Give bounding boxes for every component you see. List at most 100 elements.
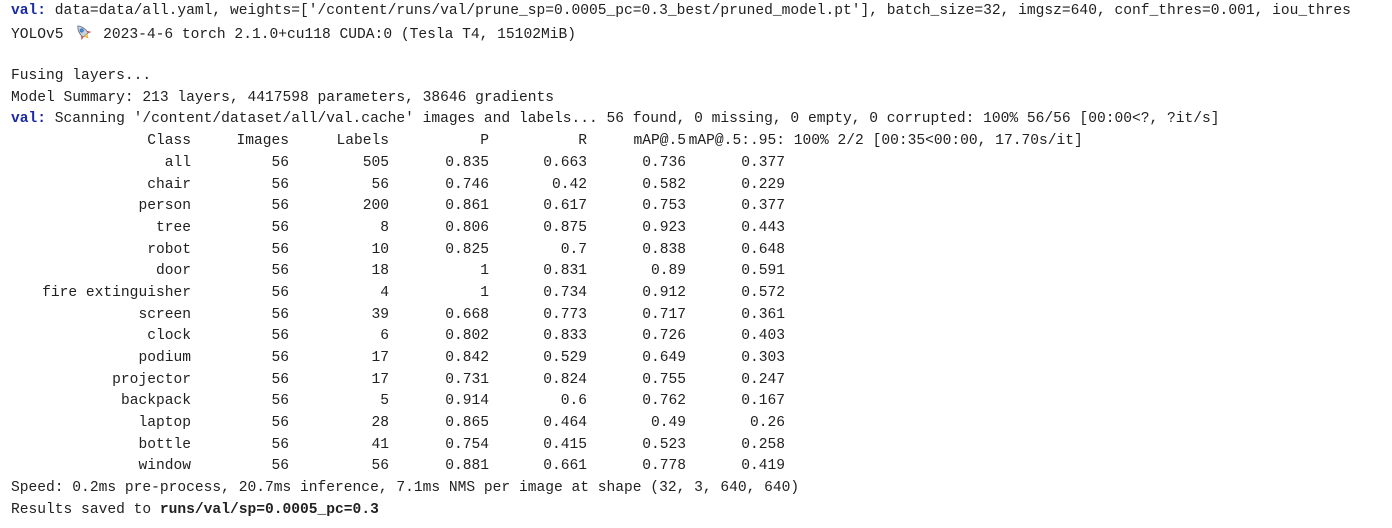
cell-r: 0.42 [551,176,587,193]
scan-text: Scanning '/content/dataset/all/val.cache… [46,111,1220,128]
cell-r: 0.617 [543,198,587,215]
cell-map5095: 0.591 [741,263,785,280]
cell-map5095: 0.419 [741,458,785,475]
header-images: Images [236,133,289,150]
cell-images: 56 [271,393,289,410]
cell-map5095: 0.247 [741,371,785,388]
cell-map50: 0.923 [642,219,686,236]
cell-map50: 0.912 [642,284,686,301]
cell-map5095: 0.258 [741,436,785,453]
cell-map5095: 0.403 [741,328,785,345]
results-prefix: Results saved to [11,501,160,518]
cell-class: screen [138,306,191,323]
cell-map5095: 0.229 [741,176,785,193]
cell-class: person [138,198,191,215]
cell-class: podium [138,350,191,366]
table-row: laptop 56 28 0.865 0.464 0.49 0.26 [11,413,1392,435]
scan-line: val: Scanning '/content/dataset/all/val.… [11,109,1392,131]
cell-class: chair [147,176,191,193]
cell-labels: 17 [371,371,389,388]
table-row: chair 56 56 0.746 0.42 0.582 0.229 [11,175,1392,197]
header-class: Class [147,133,191,150]
cell-map50: 0.49 [650,415,686,432]
cell-p: 0.865 [445,415,489,432]
eval-progress: 100% 2/2 [00:35<00:00, 17.70s/it] [785,133,1083,150]
header-map5095: mAP@.5:.95: [688,133,785,150]
cell-r: 0.6 [560,393,587,410]
cell-labels: 56 [371,458,389,475]
table-row: clock 56 6 0.802 0.833 0.726 0.403 [11,326,1392,348]
cell-map5095: 0.26 [749,415,785,432]
table-body: all 56 505 0.835 0.663 0.736 0.377 chair 56 56 0.7… [11,153,1392,478]
cell-map50: 0.838 [642,241,686,258]
cell-map50: 0.726 [642,328,686,345]
cell-p: 0.861 [445,198,489,215]
cell-p: 0.754 [445,436,489,453]
cell-class: clock [147,328,191,345]
table-header: Class Images Labels P R mAP@.5 mAP@.5:.9… [11,131,1392,153]
cell-labels: 39 [371,306,389,323]
table-row: fire extinguisher 56 4 1 0.734 0.912 0.572 [11,283,1392,305]
header-labels: Labels [336,133,389,150]
cell-map5095: 0.572 [741,284,785,301]
val-args-text: data=data/all.yaml, weights=['/content/r… [46,3,1351,19]
cell-map5095: 0.377 [741,154,785,171]
table-row: window 56 56 0.881 0.661 0.778 0.419 [11,456,1392,478]
cell-labels: 10 [371,241,389,258]
cell-r: 0.824 [543,371,587,388]
cell-images: 56 [271,241,289,258]
cell-p: 0.668 [445,306,489,323]
cell-class: door [155,263,191,280]
cell-labels: 28 [371,415,389,432]
cell-images: 56 [271,306,289,323]
cell-p: 1 [480,263,489,280]
table-row: tree 56 8 0.806 0.875 0.923 0.443 [11,218,1392,240]
val-args-line: val: data=data/all.yaml, weights=['/cont… [11,1,1392,23]
cell-p: 0.802 [445,328,489,345]
cell-labels: 6 [380,328,389,345]
cell-labels: 18 [371,263,389,280]
cell-map50: 0.762 [642,393,686,410]
cell-map50: 0.736 [642,154,686,171]
cell-labels: 56 [371,176,389,193]
cell-r: 0.833 [543,328,587,345]
table-row: robot 56 10 0.825 0.7 0.838 0.648 [11,240,1392,262]
cell-r: 0.661 [543,458,587,475]
header-map50: mAP@.5 [633,133,686,150]
cell-r: 0.464 [543,415,587,432]
cell-map50: 0.753 [642,198,686,215]
cell-images: 56 [271,350,289,366]
cell-p: 1 [480,284,489,301]
cell-map50: 0.717 [642,306,686,323]
header-p: P [480,133,489,150]
cell-map5095: 0.167 [741,393,785,410]
cell-map50: 0.523 [642,436,686,453]
results-line: Results saved to runs/val/sp=0.0005_pc=0… [11,500,1392,522]
cell-map50: 0.755 [642,371,686,388]
cell-p: 0.881 [445,458,489,475]
cell-map5095: 0.303 [741,350,785,366]
cell-images: 56 [271,198,289,215]
cell-images: 56 [271,371,289,388]
cell-map50: 0.89 [650,263,686,280]
header-r: R [578,133,587,150]
results-path: runs/val/sp=0.0005_pc=0.3 [159,501,379,518]
cell-p: 0.731 [445,371,489,388]
cell-labels: 4 [380,284,389,301]
cell-map5095: 0.443 [741,219,785,236]
cell-labels: 505 [362,154,389,171]
cell-class: fire extinguisher [42,284,191,301]
table-row: backpack 56 5 0.914 0.6 0.762 0.167 [11,391,1392,413]
cell-class: tree [155,219,191,236]
table-row: screen 56 39 0.668 0.773 0.717 0.361 [11,305,1392,327]
cell-p: 0.746 [445,176,489,193]
table-row: podium 56 17 0.842 0.529 0.649 0.303 [11,348,1392,370]
cell-class: backpack [120,393,191,410]
table-row: person 56 200 0.861 0.617 0.753 0.377 [11,196,1392,218]
cell-images: 56 [271,328,289,345]
cell-map5095: 0.648 [741,241,785,258]
cell-images: 56 [271,263,289,280]
cell-map50: 0.582 [642,176,686,193]
cell-map5095: 0.377 [741,198,785,215]
cell-r: 0.875 [543,219,587,236]
